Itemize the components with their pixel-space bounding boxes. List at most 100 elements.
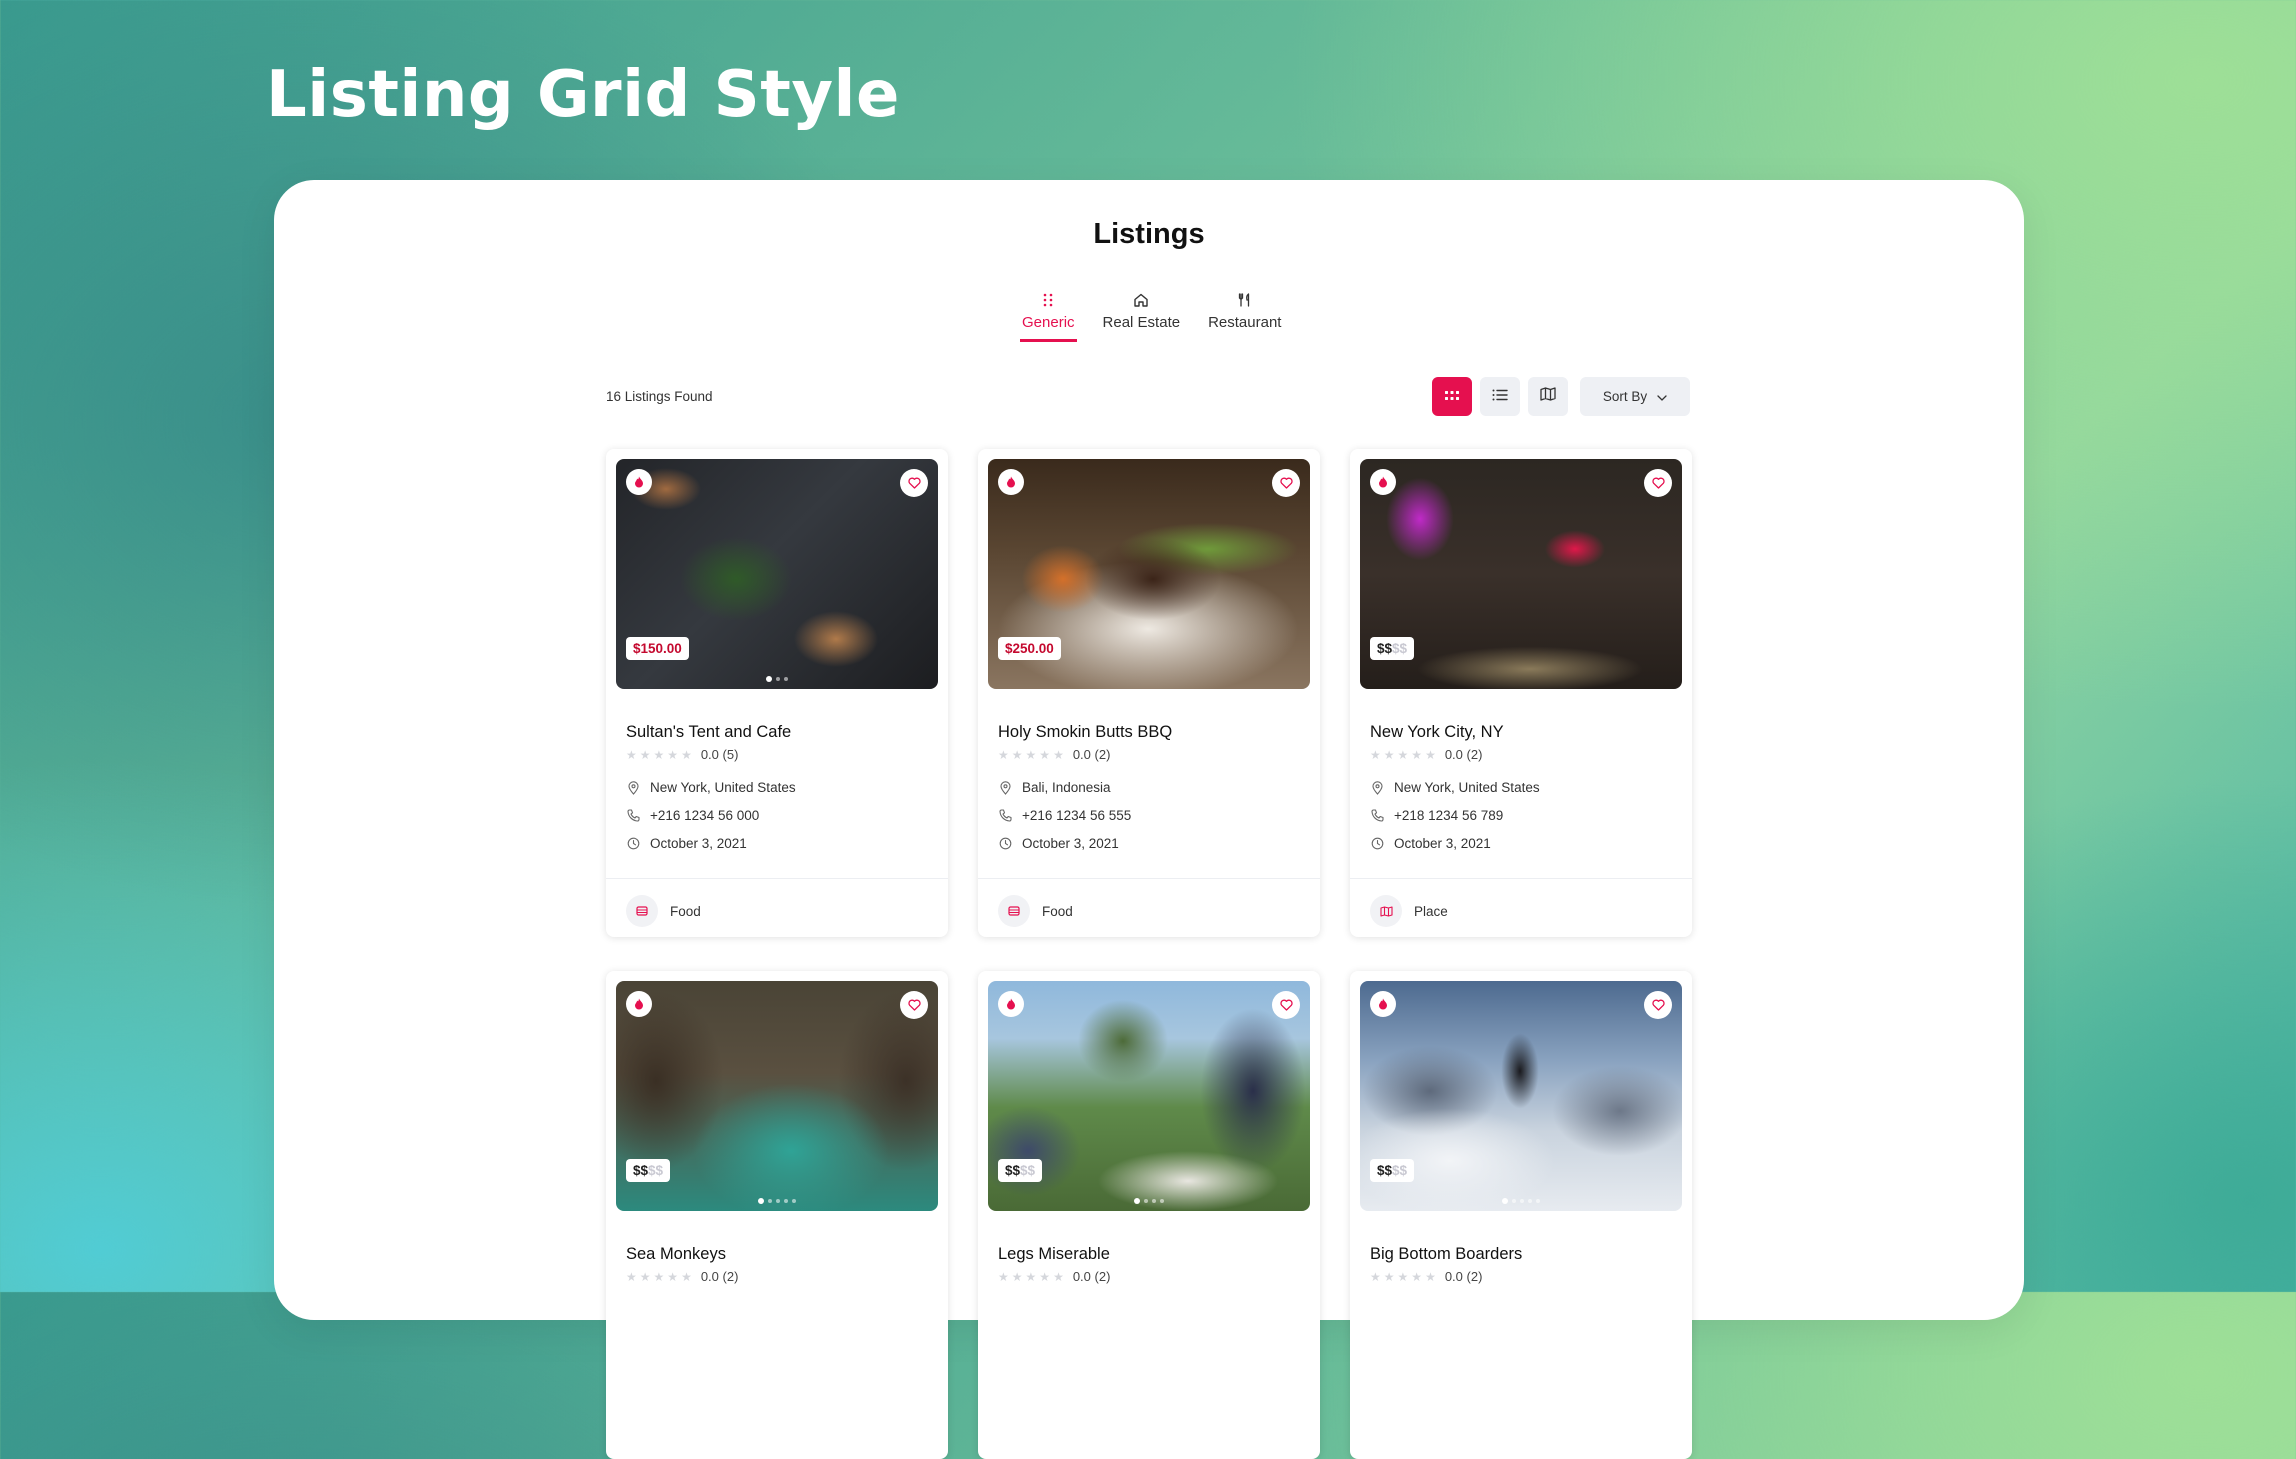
featured-badge-icon — [1370, 991, 1396, 1017]
image-pagination[interactable] — [988, 1198, 1310, 1204]
category-link[interactable]: Place — [1370, 895, 1448, 927]
listing-card[interactable]: $$ $$ New York City, NY ★ ★ ★ ★ ★ 0.0 (2) New… — [1350, 449, 1692, 937]
listing-card[interactable]: $250.00 Holy Smokin Butts BBQ ★ ★ ★ ★ ★ 0.0 … — [978, 449, 1320, 937]
listing-image[interactable]: $250.00 — [988, 459, 1310, 689]
rating-text: 0.0 (2) — [1072, 747, 1111, 762]
phone-text: +218 1234 56 789 — [1394, 808, 1504, 823]
date-row: October 3, 2021 — [1370, 836, 1491, 851]
category-label: Place — [1414, 903, 1448, 919]
category-link[interactable]: Food — [626, 895, 701, 927]
star-icon: ★ — [1025, 1269, 1037, 1284]
tab-generic[interactable]: Generic — [1020, 292, 1077, 342]
date-text: October 3, 2021 — [1022, 836, 1119, 851]
tab-label: Generic — [1022, 314, 1075, 331]
star-icon: ★ — [1039, 1269, 1051, 1284]
sort-by-dropdown[interactable]: Sort By — [1580, 377, 1690, 416]
star-icon: ★ — [653, 747, 665, 762]
list-view-button[interactable] — [1480, 377, 1520, 416]
listing-title[interactable]: Sea Monkeys — [626, 1245, 726, 1264]
favorite-heart-icon[interactable] — [1644, 991, 1672, 1019]
favorite-heart-icon[interactable] — [900, 469, 928, 497]
favorite-heart-icon[interactable] — [900, 991, 928, 1019]
star-icon: ★ — [1397, 747, 1409, 762]
category-label: Food — [670, 903, 701, 919]
star-icon: ★ — [653, 1269, 665, 1284]
image-pagination[interactable] — [1360, 1198, 1682, 1204]
phone-text: +216 1234 56 555 — [1022, 808, 1132, 823]
star-icon: ★ — [1411, 1269, 1423, 1284]
divider — [606, 878, 948, 879]
tab-label: Restaurant — [1208, 314, 1282, 331]
tab-real-estate[interactable]: Real Estate — [1101, 292, 1183, 342]
category-tabs: Generic Real Estate Restaurant — [1020, 292, 1283, 342]
listing-image[interactable]: $$ $$ — [1360, 981, 1682, 1211]
grid-view-icon — [1445, 388, 1459, 406]
star-icon: ★ — [1397, 1269, 1409, 1284]
date-row: October 3, 2021 — [998, 836, 1119, 851]
phone-icon — [1370, 809, 1384, 823]
listing-image[interactable]: $$ $$ — [616, 981, 938, 1211]
rating: ★ ★ ★ ★ ★ 0.0 (2) — [998, 747, 1110, 762]
listing-card[interactable]: $$ $$ Sea Monkeys ★ ★ ★ ★ ★ 0.0 (2) — [606, 971, 948, 1459]
star-icon: ★ — [681, 747, 692, 762]
tab-restaurant[interactable]: Restaurant — [1206, 292, 1283, 342]
listing-image[interactable]: $$ $$ — [988, 981, 1310, 1211]
phone-icon — [998, 809, 1012, 823]
listing-image[interactable]: $$ $$ — [1360, 459, 1682, 689]
divider — [1350, 878, 1692, 879]
star-icon: ★ — [998, 747, 1009, 762]
listing-title[interactable]: Big Bottom Boarders — [1370, 1245, 1522, 1264]
featured-badge-icon — [998, 991, 1024, 1017]
star-icon: ★ — [1425, 1269, 1436, 1284]
category-label: Food — [1042, 903, 1073, 919]
listing-image[interactable]: $150.00 — [616, 459, 938, 689]
listings-panel: Listings Generic Real Estate Restaurant … — [274, 180, 2024, 1459]
price-tag: $250.00 — [998, 637, 1061, 660]
rating-text: 0.0 (2) — [700, 1269, 739, 1284]
location-row: New York, United States — [1370, 780, 1540, 795]
location-text: New York, United States — [650, 780, 796, 795]
featured-badge-icon — [998, 469, 1024, 495]
location-row: New York, United States — [626, 780, 796, 795]
category-link[interactable]: Food — [998, 895, 1073, 927]
date-row: October 3, 2021 — [626, 836, 747, 851]
listing-card[interactable]: $150.00 Sultan's Tent and Cafe ★ ★ ★ ★ ★ 0.0… — [606, 449, 948, 937]
listing-card[interactable]: $$ $$ Big Bottom Boarders ★ ★ ★ ★ ★ 0.0 (2) — [1350, 971, 1692, 1459]
date-text: October 3, 2021 — [650, 836, 747, 851]
rating: ★ ★ ★ ★ ★ 0.0 (2) — [998, 1269, 1110, 1284]
grid-view-button[interactable] — [1432, 377, 1472, 416]
image-pagination[interactable] — [616, 1198, 938, 1204]
rating: ★ ★ ★ ★ ★ 0.0 (2) — [1370, 1269, 1482, 1284]
favorite-heart-icon[interactable] — [1272, 469, 1300, 497]
price-level: $$ $$ — [998, 1159, 1043, 1182]
rating-text: 0.0 (2) — [1444, 747, 1483, 762]
clock-icon — [626, 837, 640, 851]
rating-text: 0.0 (2) — [1444, 1269, 1483, 1284]
favorite-heart-icon[interactable] — [1644, 469, 1672, 497]
phone-icon — [626, 809, 640, 823]
tab-label: Real Estate — [1102, 314, 1181, 331]
listing-card[interactable]: $$ $$ Legs Miserable ★ ★ ★ ★ ★ 0.0 (2) — [978, 971, 1320, 1459]
listing-title[interactable]: Sultan's Tent and Cafe — [626, 723, 791, 742]
listing-title[interactable]: New York City, NY — [1370, 723, 1504, 742]
star-icon: ★ — [1053, 1269, 1064, 1284]
favorite-heart-icon[interactable] — [1272, 991, 1300, 1019]
listing-title[interactable]: Holy Smokin Butts BBQ — [998, 723, 1172, 742]
star-icon: ★ — [1411, 747, 1423, 762]
date-text: October 3, 2021 — [1394, 836, 1491, 851]
clock-icon — [1370, 837, 1384, 851]
image-pagination[interactable] — [616, 676, 938, 682]
phone-row: +218 1234 56 789 — [1370, 808, 1503, 823]
price-level: $$ $$ — [1370, 1159, 1415, 1182]
rating: ★ ★ ★ ★ ★ 0.0 (5) — [626, 747, 738, 762]
rating-text: 0.0 (5) — [700, 747, 739, 762]
listing-title[interactable]: Legs Miserable — [998, 1245, 1110, 1264]
map-view-button[interactable] — [1528, 377, 1568, 416]
location-pin-icon — [626, 780, 640, 795]
location-text: Bali, Indonesia — [1022, 780, 1111, 795]
home-icon — [1133, 292, 1149, 308]
hero-title: Listing Grid Style — [266, 58, 900, 132]
star-icon: ★ — [1039, 747, 1051, 762]
map-icon — [1370, 895, 1402, 927]
location-text: New York, United States — [1394, 780, 1540, 795]
